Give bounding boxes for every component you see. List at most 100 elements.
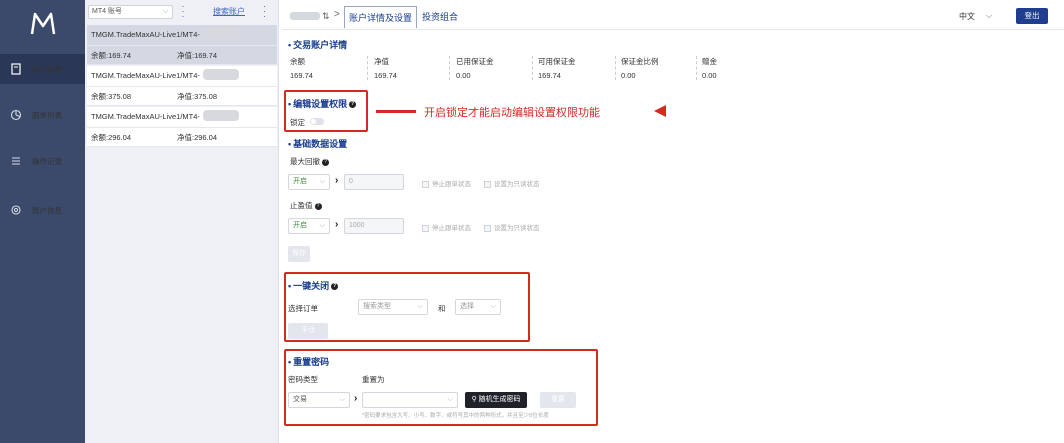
divider (696, 56, 697, 80)
take-profit-input[interactable]: 1000 (344, 218, 404, 234)
divider (615, 56, 616, 80)
refresh-icon[interactable]: ⇅ (322, 11, 330, 22)
order-type-select[interactable]: 搜索类型 ⌵ (358, 299, 428, 315)
account-type-select[interactable]: MT4 账号 ⌵ (88, 5, 173, 19)
account-name: TMGM.TradeMaxAU-Live1/MT4- (91, 30, 200, 39)
reset-button[interactable]: 重置 (540, 392, 576, 408)
redacted-id (203, 110, 239, 121)
account-equity: 净值:296.04 (177, 133, 218, 142)
detail-value: 169.74 (290, 71, 313, 80)
tab-portfolio[interactable]: 投资组合 (418, 6, 462, 28)
main-content: ⇅ > 账户详情及设置 投资组合 中文 ⌵ 登出 • 交易账户详情 余额 169.… (282, 0, 1064, 443)
chevron-right-icon: › (335, 175, 339, 186)
logo (30, 12, 56, 35)
detail-bonus: 赠金 0.00 (702, 56, 717, 80)
max-drawdown-input[interactable]: 0 (344, 174, 404, 190)
account-type-value: MT4 账号 (92, 8, 122, 15)
account-card[interactable]: TMGM.TradeMaxAU-Live1/MT4- 余额:169.74 净值:… (87, 25, 277, 65)
account-balance: 余额:296.04 (91, 133, 132, 142)
chevron-down-icon: ⌵ (319, 222, 325, 229)
account-name: TMGM.TradeMaxAU-Live1/MT4- (91, 71, 200, 80)
detail-value: 0.00 (702, 71, 717, 80)
lock-toggle[interactable] (310, 118, 324, 125)
chevron-down-icon: ⌵ (339, 396, 345, 403)
language-select[interactable]: 中文 (959, 11, 975, 22)
help-icon[interactable]: ? (331, 283, 339, 291)
stop-copy-checkbox[interactable]: 停止跟单状态 (422, 222, 471, 232)
detail-balance: 余额 169.74 (290, 56, 313, 80)
reset-to-label: 重置为 (362, 375, 385, 384)
divider (87, 45, 277, 46)
detail-label: 保证金比例 (621, 57, 659, 66)
search-account-link[interactable]: 搜索账户 (213, 6, 245, 17)
redacted-id (203, 28, 239, 39)
list-icon (10, 155, 22, 167)
read-only-checkbox[interactable]: 设置为只读状态 (484, 222, 540, 232)
account-equity: 净值:375.08 (177, 92, 218, 101)
select-value: 交易 (293, 396, 307, 403)
basic-settings-title: 基础数据设置 (293, 139, 348, 149)
max-drawdown-toggle-select[interactable]: 开启 ⌵ (288, 174, 330, 190)
edit-permission-title: 编辑设置权限 (293, 99, 348, 109)
nav-label: 操作记录 (32, 156, 62, 166)
password-type-select[interactable]: 交易 ⌵ (288, 392, 350, 408)
account-equity: 净值:169.74 (177, 51, 218, 60)
divider (87, 127, 277, 128)
help-icon[interactable]: ? (322, 158, 329, 166)
nav-account-management[interactable]: 账户管理 (0, 54, 85, 84)
password-type-label: 密码类型 (288, 375, 318, 384)
save-button[interactable]: 保存 (288, 246, 310, 262)
lock-label: 锁定 (290, 118, 305, 127)
breadcrumb-separator: > (334, 9, 340, 20)
nav-copy-list[interactable]: 跟单列表 (0, 100, 85, 130)
more-icon[interactable]: · · · (263, 2, 266, 21)
new-password-input[interactable]: ⌵ (362, 392, 458, 408)
chevron-down-icon: ⌵ (417, 303, 423, 310)
generate-password-button[interactable]: ⚲ 随机生成密码 (465, 392, 527, 408)
select-value: 开启 (293, 178, 307, 185)
account-card[interactable]: TMGM.TradeMaxAU-Live1/MT4- 余额:375.08 净值:… (87, 66, 277, 106)
account-balance: 余额:375.08 (91, 92, 132, 101)
chevron-down-icon: ⌵ (447, 396, 453, 403)
detail-label: 可用保证金 (538, 57, 576, 66)
read-only-checkbox[interactable]: 设置为只读状态 (484, 178, 540, 188)
select-placeholder: 选择 (460, 303, 474, 310)
chart-icon (10, 109, 22, 121)
account-card[interactable]: TMGM.TradeMaxAU-Live1/MT4- 余额:296.04 净值:… (87, 107, 277, 147)
divider (367, 56, 368, 80)
tab-account-details[interactable]: 账户详情及设置 (344, 6, 418, 28)
detail-value: 0.00 (621, 71, 636, 80)
more-icon[interactable]: · · · (181, 2, 185, 21)
section-title: • 编辑设置权限? (288, 99, 357, 109)
select-value: 开启 (293, 222, 307, 229)
detail-label: 已用保证金 (456, 57, 494, 66)
order-select[interactable]: 选择 ⌵ (455, 299, 501, 315)
one-click-close-title: 一键关闭 (293, 281, 330, 291)
detail-free-margin: 可用保证金 169.74 (538, 56, 576, 80)
take-profit-label: 止盈值? (290, 200, 322, 211)
close-position-button[interactable]: 平仓 (288, 323, 328, 339)
and-label: 和 (438, 304, 446, 313)
account-name: TMGM.TradeMaxAU-Live1/MT4- (91, 112, 200, 121)
arrow-line (376, 110, 416, 113)
stop-copy-checkbox[interactable]: 停止跟单状态 (422, 178, 471, 188)
help-icon[interactable]: ? (349, 101, 357, 109)
help-icon[interactable]: ? (314, 202, 322, 210)
search-icon: ⚲ (471, 396, 477, 403)
reset-password-title: 重置密码 (293, 357, 330, 367)
chevron-down-icon: ⌵ (490, 303, 496, 310)
account-list-panel: MT4 账号 ⌵ · · · 搜索账户 · · · TMGM.TradeMaxAU-Li… (85, 0, 279, 443)
top-bar: ⇅ > 账户详情及设置 投资组合 中文 ⌵ 登出 (282, 0, 1064, 30)
divider (532, 56, 533, 80)
chevron-down-icon[interactable]: ⌵ (986, 11, 992, 21)
detail-value: 169.74 (374, 71, 397, 80)
nav-operation-log[interactable]: 操作记录 (0, 146, 85, 176)
nav-account-info[interactable]: 账户信息 (0, 195, 85, 225)
chevron-down-icon: ⌵ (319, 178, 325, 185)
button-label: 随机生成密码 (478, 396, 521, 403)
divider (449, 56, 450, 80)
logout-button[interactable]: 登出 (1016, 8, 1048, 24)
section-title: • 交易账户详情 (288, 40, 348, 50)
divider (87, 86, 277, 87)
take-profit-toggle-select[interactable]: 开启 ⌵ (288, 218, 330, 234)
